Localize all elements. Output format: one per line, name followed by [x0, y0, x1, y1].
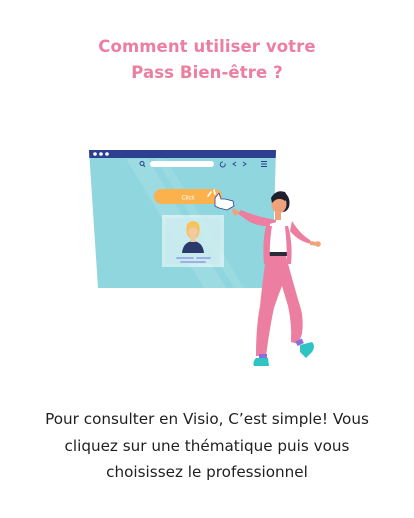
profile-card	[162, 215, 224, 267]
click-button: Click	[154, 189, 222, 204]
pass-bien-etre-screen: Comment utiliser votre Pass Bien-être ?	[0, 0, 414, 518]
title-line-1: Comment utiliser votre	[98, 37, 316, 56]
instructions-line-2: cliquez sur une thématique puis vous	[64, 436, 350, 455]
click-button-label: Click	[182, 195, 196, 201]
instructions-line-3: choisissez le professionnel	[106, 463, 308, 481]
menu-icon	[261, 161, 267, 167]
title-line-2: Pass Bien-être ?	[131, 63, 283, 82]
browser-illustration: Click	[89, 150, 321, 366]
instructions-text: Pour consulter en Visio, C’est simple! V…	[20, 406, 394, 486]
instructions-line-1: Pour consulter en Visio, C’est simple! V…	[45, 410, 369, 428]
page-title: Comment utiliser votre Pass Bien-être ?	[0, 34, 414, 86]
